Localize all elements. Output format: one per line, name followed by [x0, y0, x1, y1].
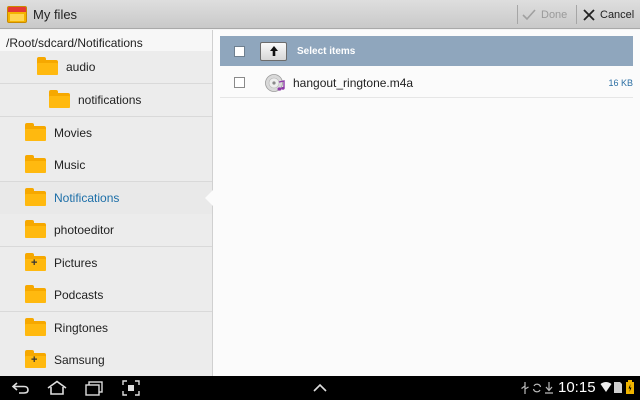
folder-icon [25, 122, 46, 141]
tree-item-label: Movies [54, 126, 93, 140]
folder-icon [49, 89, 70, 108]
sync-icon [532, 383, 542, 393]
checkmark-icon [522, 8, 536, 20]
folder-icon [25, 317, 46, 336]
tree-item-label: Ringtones [54, 321, 109, 335]
file-row[interactable]: hangout_ringtone.m4a 16 KB [220, 68, 633, 98]
tree-item-photoeditor[interactable]: photoeditor [0, 214, 212, 247]
folder-icon [25, 187, 46, 206]
select-items-label: Select items [297, 45, 356, 57]
expand-plus-icon: + [31, 353, 38, 366]
system-bar: 10:15 [0, 376, 640, 400]
tree-item-label: notifications [78, 93, 142, 107]
tree-item-label: Music [54, 158, 86, 172]
folder-tree-pane: /Root/sdcard/Notifications audio notific… [0, 30, 213, 376]
tree-item-movies[interactable]: Movies [0, 117, 212, 150]
tree-item-label: audio [66, 60, 96, 74]
file-checkbox[interactable] [234, 77, 245, 88]
download-icon [545, 382, 553, 394]
selection-pointer [205, 190, 213, 206]
audio-file-icon [265, 73, 285, 93]
expandable-folder-icon[interactable]: + [25, 349, 46, 368]
tree-item-notifications[interactable]: Notifications [0, 182, 212, 215]
action-bar: My files Done Cancel [0, 0, 640, 29]
tree-item-label: Podcasts [54, 288, 104, 302]
file-list-pane: Select items hangout_ringtone.m4a 16 KB [213, 30, 640, 376]
tree-item-label: Pictures [54, 256, 98, 270]
cancel-label: Cancel [600, 8, 635, 21]
back-icon[interactable] [11, 380, 31, 396]
file-size: 16 KB [608, 77, 633, 88]
up-folder-button[interactable] [260, 41, 287, 61]
folder-icon [25, 284, 46, 303]
folder-icon [37, 56, 58, 75]
tree-item-music[interactable]: Music [0, 149, 212, 182]
cancel-button[interactable]: Cancel [583, 0, 634, 29]
expandable-folder-icon[interactable]: + [25, 252, 46, 271]
folder-icon [25, 219, 46, 238]
done-label: Done [541, 8, 568, 21]
tree-item-label: photoeditor [54, 223, 115, 237]
done-button[interactable]: Done [522, 0, 567, 29]
expand-plus-icon: + [31, 256, 38, 269]
file-name: hangout_ringtone.m4a [293, 75, 414, 90]
tree-item-ringtones[interactable]: Ringtones [0, 312, 212, 345]
usb-icon [521, 382, 529, 394]
wifi-icon [600, 382, 612, 392]
sd-card-icon [614, 382, 622, 393]
tree-item-samsung[interactable]: + Samsung [0, 344, 212, 376]
my-files-app-icon [7, 6, 27, 23]
app-title: My files [33, 7, 78, 22]
battery-icon [626, 380, 634, 394]
tree-item-label: Samsung [54, 353, 105, 367]
home-icon[interactable] [46, 380, 68, 396]
recent-apps-icon[interactable] [84, 380, 104, 396]
up-arrow-icon [269, 46, 278, 56]
select-all-checkbox[interactable] [234, 45, 245, 57]
tree-item-notifications-sub[interactable]: notifications [0, 84, 212, 117]
tree-item-audio[interactable]: audio [0, 51, 212, 84]
screenshot-icon[interactable] [122, 380, 140, 396]
tree-item-label: Notifications [54, 191, 120, 205]
close-icon [583, 8, 595, 21]
chevron-up-icon[interactable] [312, 383, 328, 393]
divider [517, 5, 518, 24]
select-items-bar: Select items [220, 36, 633, 66]
tree-item-podcasts[interactable]: Podcasts [0, 279, 212, 312]
folder-icon [25, 154, 46, 173]
tree-item-pictures[interactable]: + Pictures [0, 247, 212, 280]
status-clock: 10:15 [558, 379, 596, 396]
divider [576, 5, 577, 24]
